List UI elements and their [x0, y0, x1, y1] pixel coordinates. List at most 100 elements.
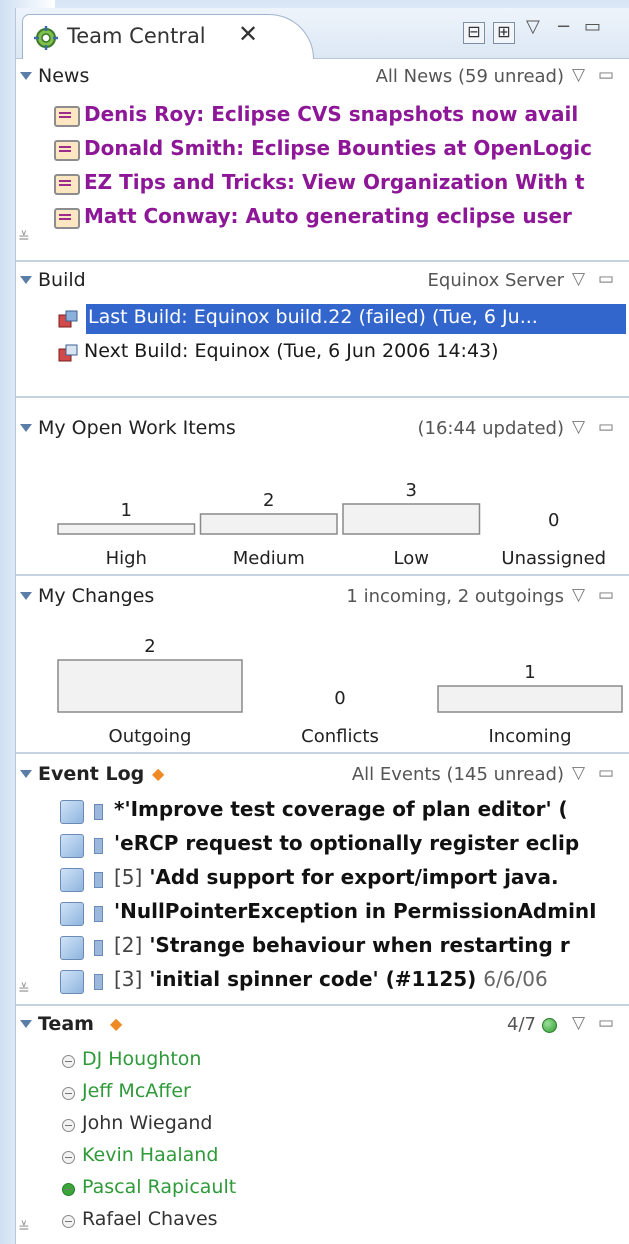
team-member-name: DJ Houghton [82, 1048, 202, 1070]
online-user-icon [62, 1183, 75, 1196]
event-log-header[interactable]: Event Log ◆ All Events (145 unread) ▽ ▭ [16, 758, 629, 792]
build-item-text: Next Build: Equinox (Tue, 6 Jun 2006 14:… [84, 340, 499, 362]
team-member[interactable]: John Wiegand [16, 1108, 629, 1142]
collapse-all-button[interactable]: ⊟ [463, 22, 485, 44]
chart-bar[interactable] [57, 659, 243, 713]
section-title: News [38, 65, 90, 87]
chart-data-label: 0 [548, 510, 559, 531]
list-item[interactable]: Matt Conway: Auto generating eclipse use… [16, 200, 629, 234]
chart-category-label: High [106, 548, 147, 569]
view-tab-bar: Team Central ✕ ⊟ ⊞ ▽ − ▭ [16, 8, 629, 59]
view-menu-icon[interactable]: ▽ [526, 16, 540, 37]
section-restore-icon[interactable]: ▭ [598, 1013, 614, 1033]
section-info: All Events (145 unread) [351, 764, 564, 785]
event-text: *'Improve test coverage of plan editor' … [114, 797, 568, 821]
maximize-icon[interactable]: ▭ [584, 16, 601, 37]
section-divider [16, 1004, 629, 1006]
chart-bar[interactable] [57, 523, 196, 535]
team-member-name: Kevin Haaland [82, 1144, 219, 1166]
work-item-icon [60, 868, 84, 892]
event-marker-icon [94, 906, 103, 922]
chart-data-label: 1 [121, 500, 132, 521]
news-feed-icon [54, 106, 80, 127]
collapse-twisty-icon[interactable] [20, 72, 32, 80]
event-list-item[interactable]: *'Improve test coverage of plan editor' … [16, 794, 629, 828]
list-item[interactable]: EZ Tips and Tricks: View Organization Wi… [16, 166, 629, 200]
event-marker-icon [94, 974, 103, 990]
event-list-item[interactable]: 'NullPointerException in PermissionAdmin… [16, 896, 629, 930]
section-title: My Open Work Items [38, 417, 236, 439]
chart-data-label: 1 [524, 662, 535, 683]
list-item-selected[interactable]: Last Build: Equinox build.22 (failed) (T… [16, 302, 629, 336]
section-title: Team [38, 1013, 94, 1035]
section-restore-icon[interactable]: ▭ [598, 763, 614, 783]
list-item[interactable]: Next Build: Equinox (Tue, 6 Jun 2006 14:… [16, 336, 629, 370]
team-central-view: Team Central ✕ ⊟ ⊞ ▽ − ▭ News All News (… [15, 8, 629, 1244]
team-member[interactable]: DJ Houghton [16, 1044, 629, 1078]
close-icon[interactable]: ✕ [238, 20, 258, 48]
section-menu-icon[interactable]: ▽ [572, 417, 585, 437]
tab-team-central[interactable]: Team Central ✕ [22, 14, 314, 59]
work-items-header[interactable]: My Open Work Items (16:44 updated) ▽ ▭ [16, 412, 629, 446]
event-list-item[interactable]: 'eRCP request to optionally register ecl… [16, 828, 629, 862]
section-menu-icon[interactable]: ▽ [572, 269, 585, 289]
section-restore-icon[interactable]: ▭ [598, 417, 614, 437]
team-member-name: Jeff McAffer [82, 1080, 191, 1102]
resize-sash-icon[interactable]: ≚ [18, 1220, 30, 1236]
event-title: *'Improve test coverage of plan editor' … [114, 797, 568, 821]
section-restore-icon[interactable]: ▭ [598, 585, 614, 605]
list-item[interactable]: Denis Roy: Eclipse CVS snapshots now ava… [16, 98, 629, 132]
team-member-name: Pascal Rapicault [82, 1176, 237, 1198]
chart-bar[interactable] [199, 513, 338, 535]
team-member[interactable]: Kevin Haaland [16, 1140, 629, 1174]
collapse-twisty-icon[interactable] [20, 424, 32, 432]
team-member-name: Rafael Chaves [82, 1208, 218, 1230]
news-item-text: Denis Roy: Eclipse CVS snapshots now ava… [84, 102, 579, 126]
section-restore-icon[interactable]: ▭ [598, 269, 614, 289]
chart-category-label: Low [394, 548, 429, 569]
team-member[interactable]: Jeff McAffer [16, 1076, 629, 1110]
changes-header[interactable]: My Changes 1 incoming, 2 outgoings ▽ ▭ [16, 580, 629, 614]
collapse-twisty-icon[interactable] [20, 1020, 32, 1028]
build-header[interactable]: Build Equinox Server ▽ ▭ [16, 264, 629, 298]
work-item-icon [60, 970, 84, 994]
event-date: 6/6/06 [483, 967, 548, 991]
news-header[interactable]: News All News (59 unread) ▽ ▭ [16, 60, 629, 94]
section-menu-icon[interactable]: ▽ [572, 763, 585, 783]
team-member[interactable]: Rafael Chaves [16, 1204, 629, 1238]
collapse-twisty-icon[interactable] [20, 592, 32, 600]
work-items-chart: 1 High 2 Medium 3 Low 0 Unassigned [57, 480, 606, 569]
work-items-section: My Open Work Items (16:44 updated) ▽ ▭ 1… [16, 412, 629, 572]
event-list-item[interactable]: [5] 'Add support for export/import java. [16, 862, 629, 896]
offline-user-icon [62, 1215, 75, 1228]
collapse-twisty-icon[interactable] [20, 770, 32, 778]
section-menu-icon[interactable]: ▽ [572, 65, 585, 85]
section-divider [16, 396, 629, 398]
news-feed-icon [54, 208, 80, 229]
chart-bar[interactable] [437, 685, 623, 713]
collapse-twisty-icon[interactable] [20, 276, 32, 284]
team-member[interactable]: Pascal Rapicault [16, 1172, 629, 1206]
tab-title: Team Central [67, 24, 206, 48]
section-title: Event Log [38, 763, 145, 785]
resize-sash-icon[interactable]: ≚ [18, 982, 30, 998]
team-header[interactable]: Team ◆ 4/7 ▽ ▭ [16, 1008, 629, 1042]
chart-data-label: 3 [406, 480, 417, 501]
team-status-icon: ◆ [110, 1014, 123, 1033]
section-menu-icon[interactable]: ▽ [572, 1013, 585, 1033]
minimize-icon[interactable]: − [556, 16, 571, 37]
changes-section: My Changes 1 incoming, 2 outgoings ▽ ▭ 2… [16, 580, 629, 750]
list-item[interactable]: Donald Smith: Eclipse Bounties at OpenLo… [16, 132, 629, 166]
section-info: Equinox Server [427, 270, 564, 291]
section-restore-icon[interactable]: ▭ [598, 65, 614, 85]
event-list-item[interactable]: [2] 'Strange behaviour when restarting r [16, 930, 629, 964]
team-section: Team ◆ 4/7 ▽ ▭ DJ Houghton Jeff McAffer Jo… [16, 1008, 629, 1244]
chart-bar[interactable] [342, 503, 481, 535]
section-menu-icon[interactable]: ▽ [572, 585, 585, 605]
event-list-item[interactable]: [3] 'initial spinner code' (#1125) 6/6/0… [16, 964, 629, 998]
section-info: 4/7 [507, 1014, 536, 1035]
resize-sash-icon[interactable]: ≚ [18, 230, 30, 246]
event-text: [5] 'Add support for export/import java. [114, 865, 559, 889]
offline-user-icon [62, 1151, 75, 1164]
expand-all-button[interactable]: ⊞ [493, 22, 515, 44]
